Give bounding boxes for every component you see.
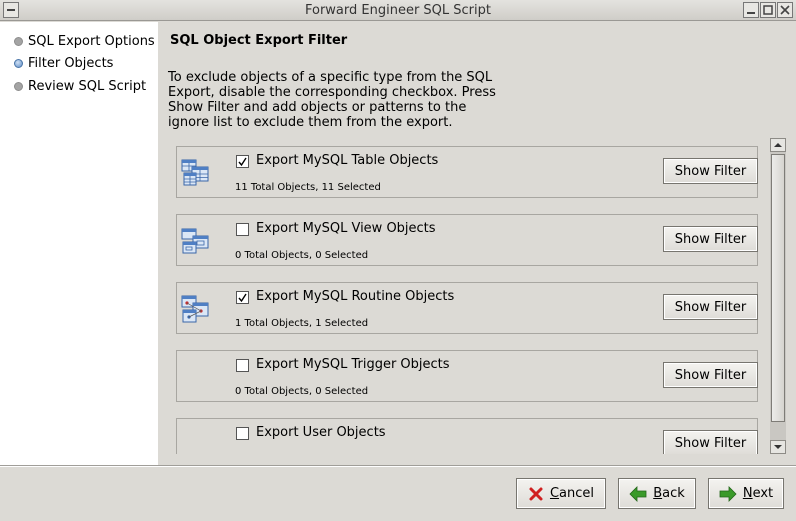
group-user-objects: Export User Objects Show Filter bbox=[176, 418, 758, 454]
window-title: Forward Engineer SQL Script bbox=[304, 3, 491, 18]
export-trigger-objects-checkbox[interactable] bbox=[236, 359, 249, 372]
group-trigger-objects: Export MySQL Trigger Objects 0 Total Obj… bbox=[176, 350, 758, 402]
maximize-button[interactable] bbox=[760, 2, 776, 18]
group-routine-objects: Export MySQL Routine Objects 1 Total Obj… bbox=[176, 282, 758, 334]
scroll-up-button[interactable] bbox=[770, 138, 786, 152]
checkmark-icon bbox=[238, 293, 247, 303]
arrow-down-icon bbox=[774, 445, 782, 449]
group-view-objects: Export MySQL View Objects 0 Total Object… bbox=[176, 214, 758, 266]
view-objects-count: 0 Total Objects, 0 Selected bbox=[235, 250, 369, 261]
step-sql-export-options[interactable]: SQL Export Options bbox=[14, 32, 155, 50]
wizard-content: SQL Object Export Filter To exclude obje… bbox=[158, 22, 796, 465]
export-user-objects-label[interactable]: Export User Objects bbox=[256, 425, 386, 440]
scroll-down-button[interactable] bbox=[770, 440, 786, 454]
wizard-steps-sidebar: SQL Export Options Filter Objects Review… bbox=[0, 22, 158, 465]
close-button[interactable] bbox=[777, 2, 793, 18]
back-button[interactable]: Back bbox=[618, 478, 696, 509]
view-objects-icon bbox=[181, 228, 209, 254]
next-label: Next bbox=[742, 486, 774, 501]
back-arrow-icon bbox=[629, 485, 647, 502]
footer-separator bbox=[0, 465, 796, 467]
cancel-label: Cancel bbox=[549, 486, 595, 501]
checkmark-icon bbox=[238, 157, 247, 167]
export-view-objects-label[interactable]: Export MySQL View Objects bbox=[256, 221, 436, 236]
show-filter-triggers-button[interactable]: Show Filter bbox=[663, 362, 758, 388]
next-arrow-icon bbox=[719, 485, 737, 502]
export-view-objects-checkbox[interactable] bbox=[236, 223, 249, 236]
scrollbar-thumb[interactable] bbox=[771, 154, 785, 422]
minimize-button[interactable] bbox=[743, 2, 759, 18]
page-title: SQL Object Export Filter bbox=[170, 33, 348, 48]
export-table-objects-label[interactable]: Export MySQL Table Objects bbox=[256, 153, 438, 168]
show-filter-users-button[interactable]: Show Filter bbox=[663, 430, 758, 454]
step-review-sql-script[interactable]: Review SQL Script bbox=[14, 77, 146, 95]
table-objects-count: 11 Total Objects, 11 Selected bbox=[235, 182, 381, 193]
back-label: Back bbox=[653, 486, 685, 501]
close-icon bbox=[780, 5, 790, 15]
step-done-icon bbox=[14, 36, 23, 46]
table-objects-icon bbox=[181, 159, 209, 186]
step-label: Filter Objects bbox=[28, 55, 114, 71]
step-pending-icon bbox=[14, 81, 23, 91]
group-table-objects: Export MySQL Table Objects 11 Total Obje… bbox=[176, 146, 758, 198]
step-active-icon bbox=[14, 58, 23, 68]
scrollbar-track[interactable] bbox=[770, 152, 786, 440]
trigger-objects-count: 0 Total Objects, 0 Selected bbox=[235, 386, 369, 397]
step-label: Review SQL Script bbox=[28, 78, 147, 94]
page-description: To exclude objects of a specific type fr… bbox=[168, 70, 496, 130]
show-filter-routines-button[interactable]: Show Filter bbox=[663, 294, 758, 320]
arrow-up-icon bbox=[774, 143, 782, 147]
next-button[interactable]: Next bbox=[708, 478, 784, 509]
show-filter-views-button[interactable]: Show Filter bbox=[663, 226, 758, 252]
export-routine-objects-label[interactable]: Export MySQL Routine Objects bbox=[256, 289, 454, 304]
step-label: SQL Export Options bbox=[28, 33, 155, 49]
routine-objects-count: 1 Total Objects, 1 Selected bbox=[235, 318, 369, 329]
cancel-icon bbox=[529, 487, 543, 500]
maximize-icon bbox=[763, 5, 773, 15]
filter-list: Export MySQL Table Objects 11 Total Obje… bbox=[174, 140, 768, 454]
export-table-objects-checkbox[interactable] bbox=[236, 155, 249, 168]
filter-list-scrollbar[interactable] bbox=[770, 138, 786, 456]
minimize-icon bbox=[747, 12, 755, 14]
export-routine-objects-checkbox[interactable] bbox=[236, 291, 249, 304]
step-filter-objects[interactable]: Filter Objects bbox=[14, 54, 113, 72]
routine-objects-icon bbox=[181, 295, 209, 323]
cancel-button[interactable]: Cancel bbox=[516, 478, 606, 509]
export-user-objects-checkbox[interactable] bbox=[236, 427, 249, 440]
show-filter-tables-button[interactable]: Show Filter bbox=[663, 158, 758, 184]
window-titlebar: Forward Engineer SQL Script bbox=[0, 0, 796, 21]
export-trigger-objects-label[interactable]: Export MySQL Trigger Objects bbox=[256, 357, 450, 372]
